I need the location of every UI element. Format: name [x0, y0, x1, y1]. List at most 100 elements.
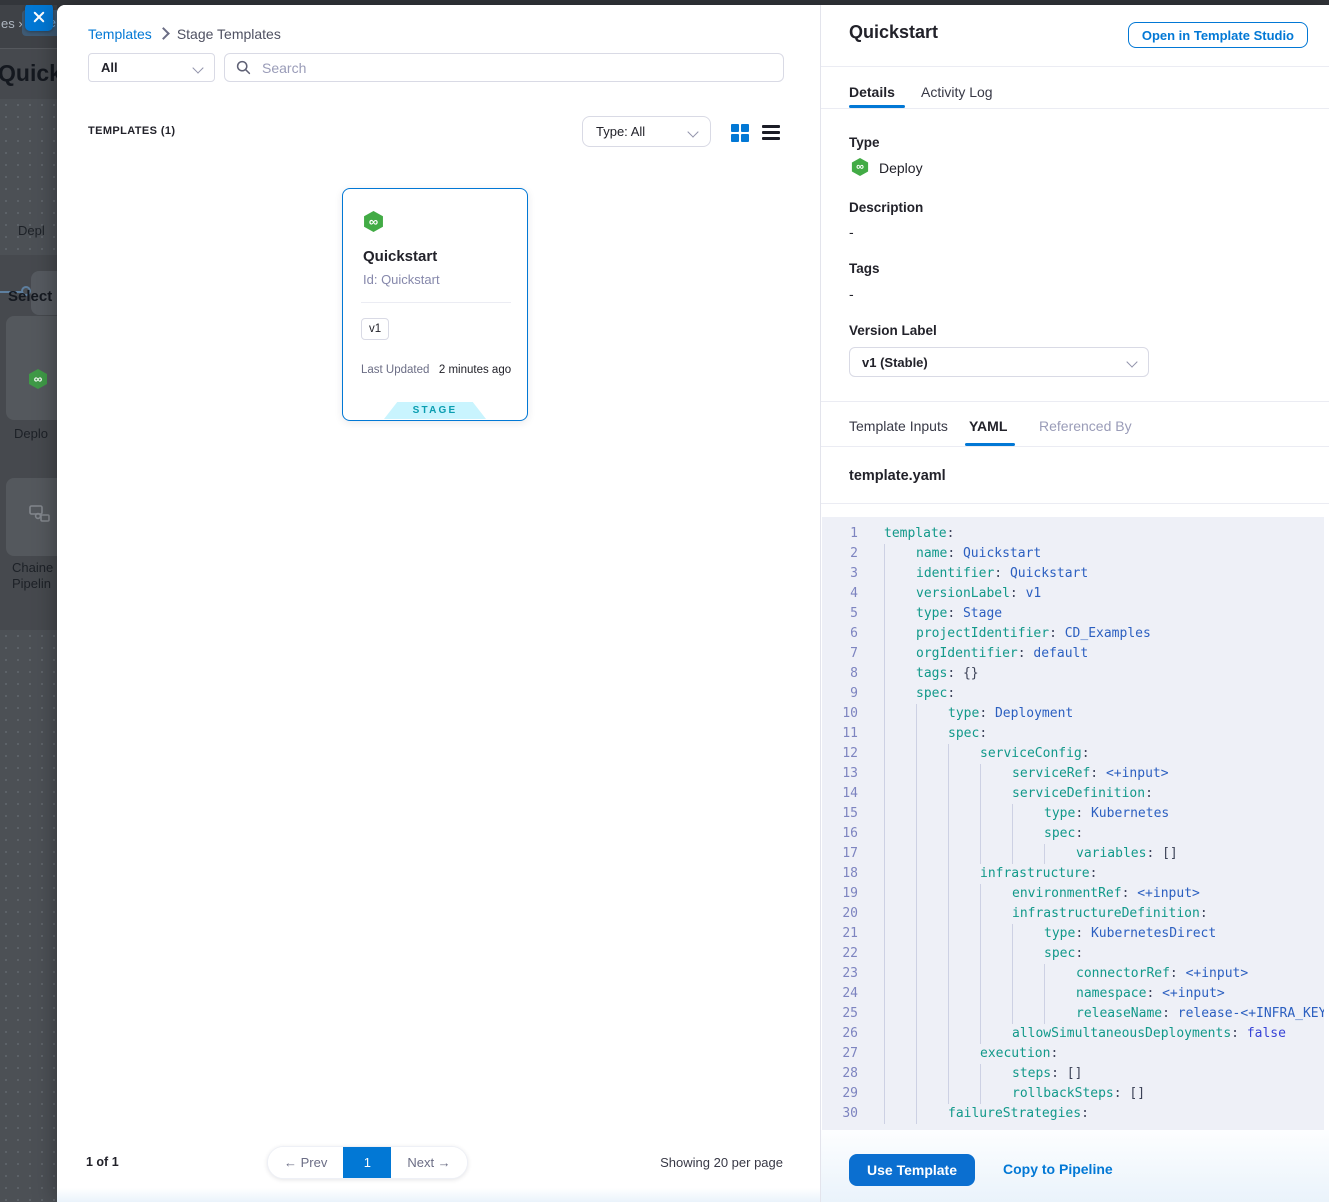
yaml-line: 9spec:	[822, 684, 1324, 704]
yaml-file-name: template.yaml	[849, 468, 946, 484]
version-select[interactable]: v1 (Stable)	[849, 347, 1149, 377]
line-number: 3	[822, 564, 858, 584]
line-number: 17	[822, 844, 858, 864]
tags-label: Tags	[849, 261, 880, 276]
yaml-line: 1template:	[822, 524, 1324, 544]
version-chip: v1	[361, 318, 389, 340]
bottom-fade	[57, 1188, 820, 1202]
divider	[821, 66, 1329, 67]
line-number: 15	[822, 804, 858, 824]
prev-page-button[interactable]: ← Prev	[268, 1147, 343, 1178]
tab-activity-log[interactable]: Activity Log	[921, 84, 993, 100]
screen: es › Pipe Quicks Depl Select s ∞ Deplo C…	[0, 0, 1329, 1202]
line-number: 13	[822, 764, 858, 784]
yaml-line: 25releaseName: release-<+INFRA_KEY>	[822, 1004, 1324, 1024]
yaml-line: 13serviceRef: <+input>	[822, 764, 1324, 784]
version-select-value: v1 (Stable)	[862, 355, 928, 370]
divider	[821, 446, 1329, 447]
yaml-line: 11spec:	[822, 724, 1324, 744]
line-number: 10	[822, 704, 858, 724]
details-footer: Use Template Copy to Pipeline	[821, 1130, 1329, 1202]
breadcrumb-chevron-icon	[157, 27, 170, 40]
line-number: 19	[822, 884, 858, 904]
line-number: 18	[822, 864, 858, 884]
tab-details[interactable]: Details	[849, 84, 895, 100]
line-number: 22	[822, 944, 858, 964]
background-page: es › Pipe Quicks Depl Select s ∞ Deplo C…	[0, 0, 57, 1202]
templates-list-panel: TemplatesStage Templates All TEMPLATES (…	[57, 5, 820, 1202]
tab-yaml[interactable]: YAML	[969, 418, 1007, 434]
copy-to-pipeline-link[interactable]: Copy to Pipeline	[1003, 1161, 1113, 1177]
version-label: Version Label	[849, 323, 937, 338]
yaml-line: 18infrastructure:	[822, 864, 1324, 884]
background-page-title: Quicks	[0, 60, 57, 87]
search-icon	[236, 60, 251, 75]
search-box	[224, 53, 784, 82]
list-view-button[interactable]	[762, 125, 780, 143]
yaml-line: 22spec:	[822, 944, 1324, 964]
yaml-line: 30failureStrategies:	[822, 1104, 1324, 1124]
yaml-line: 6projectIdentifier: CD_Examples	[822, 624, 1324, 644]
chevron-down-icon	[1126, 356, 1137, 367]
line-number: 16	[822, 824, 858, 844]
scope-filter-value: All	[101, 60, 118, 75]
search-input[interactable]	[260, 59, 783, 77]
tab-referenced-by[interactable]: Referenced By	[1039, 418, 1132, 434]
type-value: Deploy	[879, 160, 923, 176]
yaml-line: 17variables: []	[822, 844, 1324, 864]
deploy-hexagon-icon: ∞	[363, 211, 384, 232]
breadcrumb: Templates Stage Templates	[88, 26, 281, 44]
line-number: 5	[822, 604, 858, 624]
pagination-pill: ← Prev 1 Next →	[267, 1146, 468, 1179]
line-number: 21	[822, 924, 858, 944]
next-page-button[interactable]: Next →	[391, 1147, 466, 1178]
yaml-lines: 1template:2name: Quickstart3identifier: …	[822, 524, 1324, 1124]
line-number: 14	[822, 784, 858, 804]
line-number: 28	[822, 1064, 858, 1084]
line-number: 25	[822, 1004, 858, 1024]
template-card-quickstart[interactable]: ∞ Quickstart Id: Quickstart v1 Last Upda…	[342, 188, 528, 421]
use-template-button[interactable]: Use Template	[849, 1154, 975, 1186]
scope-filter-select[interactable]: All	[88, 53, 215, 82]
yaml-line: 10type: Deployment	[822, 704, 1324, 724]
type-filter-value: Type: All	[596, 124, 645, 139]
line-number: 27	[822, 1044, 858, 1064]
open-in-template-studio-button[interactable]: Open in Template Studio	[1128, 22, 1308, 48]
current-page-button[interactable]: 1	[343, 1147, 391, 1178]
yaml-line: 16spec:	[822, 824, 1324, 844]
breadcrumb-templates-link[interactable]: Templates	[88, 26, 152, 42]
card-divider	[361, 302, 511, 303]
type-filter-select[interactable]: Type: All	[582, 116, 711, 147]
yaml-line: 5type: Stage	[822, 604, 1324, 624]
chained-card-label-1: Chaine	[12, 560, 53, 575]
template-card-id: Id: Quickstart	[363, 272, 440, 287]
yaml-line: 27execution:	[822, 1044, 1324, 1064]
yaml-line: 8tags: {}	[822, 664, 1324, 684]
per-page-label: Showing 20 per page	[660, 1155, 783, 1170]
yaml-line: 29rollbackSteps: []	[822, 1084, 1324, 1104]
line-number: 23	[822, 964, 858, 984]
breadcrumb-current: Stage Templates	[177, 26, 281, 42]
yaml-line: 28steps: []	[822, 1064, 1324, 1084]
yaml-line: 20infrastructureDefinition:	[822, 904, 1324, 924]
stage-type-card-deploy[interactable]	[6, 316, 57, 420]
grid-view-button[interactable]	[731, 124, 749, 142]
description-label: Description	[849, 200, 923, 215]
close-drawer-button[interactable]	[25, 3, 53, 31]
tab-template-inputs[interactable]: Template Inputs	[849, 418, 948, 434]
line-number: 24	[822, 984, 858, 1004]
pagination-range: 1 of 1	[86, 1155, 119, 1169]
line-number: 26	[822, 1024, 858, 1044]
line-number: 11	[822, 724, 858, 744]
yaml-editor[interactable]: 1template:2name: Quickstart3identifier: …	[822, 517, 1324, 1130]
yaml-line: 3identifier: Quickstart	[822, 564, 1324, 584]
divider	[821, 401, 1329, 402]
line-number: 6	[822, 624, 858, 644]
yaml-line: 15type: Kubernetes	[822, 804, 1324, 824]
yaml-line: 19environmentRef: <+input>	[822, 884, 1324, 904]
chained-card-label-2: Pipelin	[12, 576, 51, 591]
yaml-line: 12serviceConfig:	[822, 744, 1324, 764]
yaml-line: 7orgIdentifier: default	[822, 644, 1324, 664]
last-updated-row: Last Updated 2 minutes ago	[361, 360, 511, 378]
line-number: 8	[822, 664, 858, 684]
